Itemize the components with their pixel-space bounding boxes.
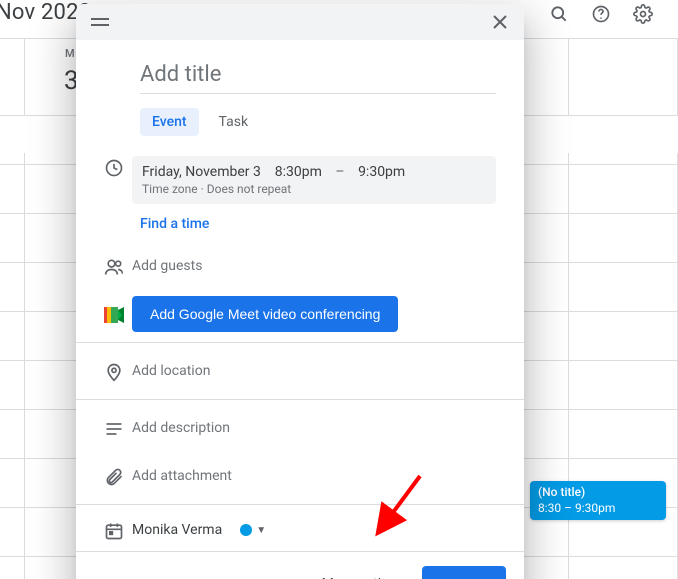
search-icon[interactable] — [548, 3, 570, 25]
event-title-input[interactable]: Add title — [140, 48, 496, 94]
description-icon — [96, 417, 132, 439]
event-end-time: 9:30pm — [358, 164, 405, 180]
event-color-dot[interactable] — [240, 524, 252, 536]
event-chip-time: 8:30 – 9:30pm — [538, 501, 658, 517]
meet-icon — [96, 305, 132, 323]
organizer-name[interactable]: Monika Verma — [132, 522, 222, 538]
tab-task[interactable]: Task — [207, 108, 261, 136]
add-location-input[interactable]: Add location — [132, 363, 210, 379]
chevron-down-icon[interactable]: ▼ — [256, 525, 266, 536]
add-guests-input[interactable]: Add guests — [132, 258, 202, 274]
add-meet-button[interactable]: Add Google Meet video conferencing — [132, 296, 398, 332]
event-chip-title: (No title) — [538, 485, 658, 501]
tab-event[interactable]: Event — [140, 108, 199, 136]
event-date: Friday, November 3 — [142, 164, 261, 180]
find-a-time-link[interactable]: Find a time — [140, 210, 508, 242]
event-start-time: 8:30pm — [275, 164, 322, 180]
timezone-link[interactable]: Time zone — [142, 182, 198, 196]
location-icon — [96, 360, 132, 382]
add-attachment-button[interactable]: Add attachment — [132, 468, 232, 484]
add-description-input[interactable]: Add description — [132, 420, 230, 436]
clock-icon — [96, 156, 132, 178]
help-icon[interactable] — [590, 3, 612, 25]
repeat-link[interactable]: Does not repeat — [207, 182, 292, 196]
calendar-event-chip[interactable]: (No title) 8:30 – 9:30pm — [530, 481, 666, 520]
save-button[interactable]: Save — [422, 566, 506, 579]
settings-icon[interactable] — [632, 3, 654, 25]
calendar-icon — [96, 519, 132, 541]
attachment-icon — [96, 465, 132, 487]
event-time-block[interactable]: Friday, November 3 8:30pm – 9:30pm Time … — [132, 156, 496, 204]
drag-handle-icon[interactable] — [88, 10, 112, 34]
close-icon[interactable] — [488, 10, 512, 34]
create-event-dialog: Add title Event Task Friday, November 3 … — [76, 4, 524, 579]
guests-icon — [96, 255, 132, 277]
